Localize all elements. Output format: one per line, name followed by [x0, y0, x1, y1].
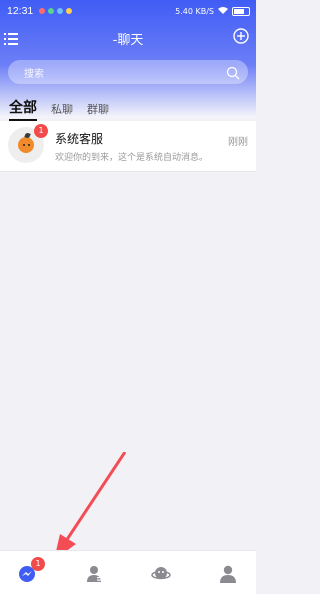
conversation-list: 1 系统客服 欢迎你的到来，这个是系统自动消息。 刚刚 — [0, 121, 256, 172]
orange-icon — [18, 137, 34, 153]
page-title: -聊天 — [112, 33, 144, 48]
tab-group[interactable]: 群聊 — [87, 101, 109, 117]
battery-icon — [232, 6, 250, 16]
chat-tabs: 全部 私聊 群聊 — [9, 97, 109, 121]
contacts-nav-icon[interactable] — [86, 565, 106, 583]
conversation-message: 欢迎你的到来，这个是系统自动消息。 — [55, 153, 209, 163]
notification-icons — [39, 8, 73, 14]
bottom-nav: 1 — [0, 550, 256, 594]
conversation-name: 系统客服 — [55, 132, 104, 146]
tab-all[interactable]: 全部 — [9, 97, 37, 121]
discover-planet-icon[interactable] — [151, 565, 171, 583]
profile-nav-icon[interactable] — [219, 565, 239, 583]
wifi-icon — [218, 6, 228, 16]
search-icon[interactable] — [226, 65, 240, 80]
unread-badge: 1 — [34, 124, 48, 138]
search-input[interactable]: 搜索 — [24, 65, 44, 80]
status-time: 12:31 — [7, 5, 34, 17]
conversation-time: 刚刚 — [228, 137, 248, 148]
add-icon[interactable] — [233, 28, 249, 44]
pointer-arrow-icon — [54, 452, 127, 560]
chat-badge: 1 — [31, 557, 45, 571]
status-right: 5.40 KB/S — [175, 6, 250, 16]
status-bar: 12:31 5.40 KB/S — [7, 4, 250, 18]
list-item[interactable]: 1 系统客服 欢迎你的到来，这个是系统自动消息。 刚刚 — [0, 121, 256, 171]
tab-private[interactable]: 私聊 — [51, 101, 73, 117]
search-bar[interactable]: 搜索 — [8, 60, 248, 84]
network-speed: 5.40 KB/S — [175, 6, 214, 16]
